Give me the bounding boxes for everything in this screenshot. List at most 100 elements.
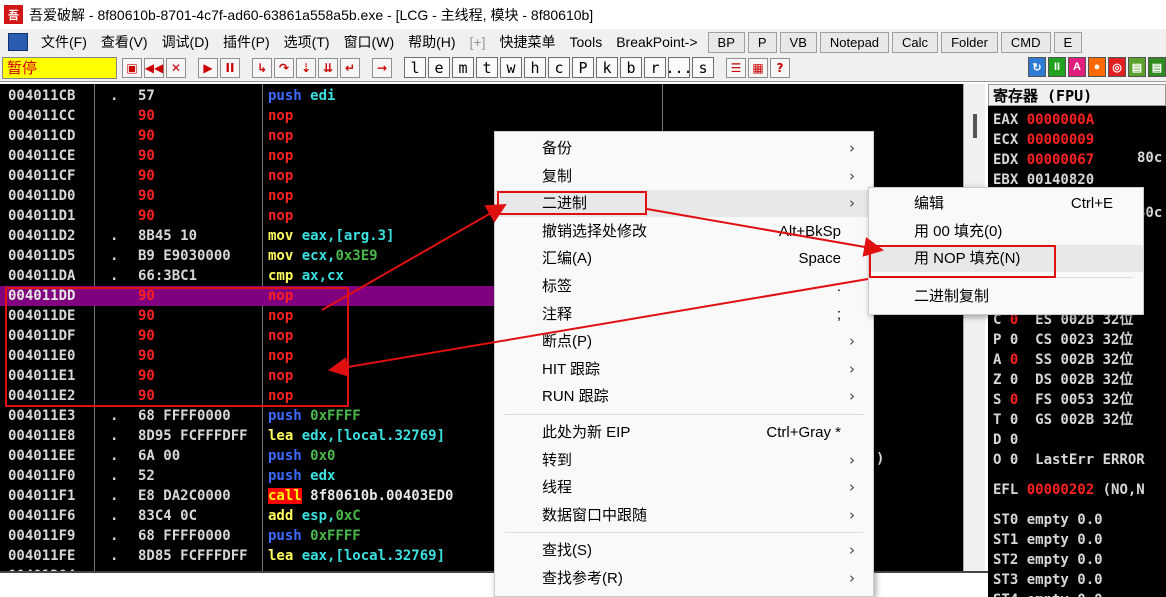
- window-button-s[interactable]: s: [692, 57, 714, 78]
- menu-item-HIT 跟踪[interactable]: HIT 跟踪 ›: [495, 356, 873, 383]
- menu-item-断点(P)[interactable]: 断点(P) ›: [495, 328, 873, 355]
- execute-till-return-icon[interactable]: ↵: [340, 57, 360, 78]
- menu-item-数据窗口中跟随[interactable]: 数据窗口中跟随 ›: [495, 502, 873, 529]
- window-button-l[interactable]: l: [404, 57, 426, 78]
- register-line[interactable]: EAX 0000000A: [993, 110, 1094, 130]
- menu-item-label: 查找(S): [542, 542, 592, 560]
- toolbar-button-p[interactable]: P: [747, 31, 777, 53]
- toolbar-button-folder[interactable]: Folder: [941, 31, 998, 53]
- menu-item-转到[interactable]: 转到 ›: [495, 447, 873, 474]
- hex-dump-cell: E8 DA2C0000: [138, 488, 231, 504]
- refresh-icon[interactable]: ↻: [1028, 57, 1046, 77]
- register-line[interactable]: Z 0 DS 002B 32位: [993, 370, 1133, 390]
- menu-item-二进制[interactable]: 二进制 ›: [495, 190, 873, 218]
- film-icon[interactable]: ▤: [1128, 57, 1146, 77]
- dot-icon[interactable]: ●: [1088, 57, 1106, 77]
- film2-icon[interactable]: ▤: [1148, 57, 1166, 77]
- target-icon[interactable]: ◎: [1108, 57, 1126, 77]
- window-button-b[interactable]: b: [620, 57, 642, 78]
- trace-into-icon[interactable]: ⇣: [296, 57, 316, 78]
- disassembly-row[interactable]: 004011CB. 57 push edi: [0, 86, 985, 106]
- a-icon[interactable]: A: [1068, 57, 1086, 77]
- toolbar-button-bp[interactable]: BP: [707, 31, 745, 53]
- submenu-item-编辑[interactable]: 编辑 Ctrl+E: [869, 190, 1143, 217]
- register-line[interactable]: ST0 empty 0.0: [993, 510, 1103, 530]
- register-line[interactable]: ST3 empty 0.0: [993, 570, 1103, 590]
- register-line[interactable]: D 0: [993, 430, 1018, 450]
- window-button-c[interactable]: c: [548, 57, 570, 78]
- window-button-w[interactable]: w: [500, 57, 522, 78]
- menu-快捷菜单[interactable]: 快捷菜单: [493, 32, 563, 52]
- register-line[interactable]: A 0 SS 002B 32位: [993, 350, 1133, 370]
- window-button-P[interactable]: P: [572, 57, 594, 78]
- menu-item-线程[interactable]: 线程 ›: [495, 474, 873, 501]
- menu-item-汇编(A)[interactable]: 汇编(A) Space: [495, 245, 873, 272]
- register-line[interactable]: S 0 FS 0053 32位: [993, 390, 1133, 410]
- submenu-item-用 NOP 填充(N)[interactable]: 用 NOP 填充(N): [869, 245, 1143, 272]
- pause-icon[interactable]: II: [220, 57, 240, 78]
- toolbar-button-calc[interactable]: Calc: [892, 31, 939, 53]
- toolbar-button-e[interactable]: E: [1053, 31, 1083, 53]
- trace-over-icon[interactable]: ⇊: [318, 57, 338, 78]
- register-line[interactable]: ECX 00000009: [993, 130, 1094, 150]
- context-menu: 备份 › 复制 › 二进制 › 撤销选择处修改 Alt+BkSp 汇编(A) Space 标签: 注释…: [494, 131, 874, 597]
- open-icon[interactable]: ▣: [122, 57, 142, 78]
- register-line[interactable]: T 0 GS 002B 32位: [993, 410, 1133, 430]
- register-line[interactable]: O 0 LastErr ERROR: [993, 450, 1145, 470]
- register-line[interactable]: ST4 empty 0.0: [993, 590, 1103, 597]
- menu-item-备份[interactable]: 备份 ›: [495, 135, 873, 162]
- window-button-e[interactable]: e: [428, 57, 450, 78]
- menu-调试(D)[interactable]: 调试(D): [155, 32, 216, 52]
- step-over-icon[interactable]: ↷: [274, 57, 294, 78]
- close-icon[interactable]: ✕: [166, 57, 186, 78]
- restart-icon[interactable]: ◀◀: [144, 57, 164, 78]
- menu-item-RUN 跟踪[interactable]: RUN 跟踪 ›: [495, 383, 873, 410]
- menu-选项(T)[interactable]: 选项(T): [277, 32, 337, 52]
- menu-item-撤销选择处修改[interactable]: 撤销选择处修改 Alt+BkSp: [495, 218, 873, 245]
- menu-breakpoint->[interactable]: BreakPoint->: [609, 34, 704, 50]
- app-menu-icon[interactable]: [8, 33, 28, 51]
- disassembly-row[interactable]: 004011CC 90 nop: [0, 106, 985, 126]
- menu-item-此处为新 EIP[interactable]: 此处为新 EIP Ctrl+Gray *: [495, 419, 873, 446]
- window-button-...[interactable]: ...: [665, 57, 693, 78]
- window-button-t[interactable]: t: [476, 57, 498, 78]
- register-line[interactable]: ST1 empty 0.0: [993, 530, 1103, 550]
- asm-token: push: [268, 528, 302, 544]
- menu-item-复制[interactable]: 复制 ›: [495, 163, 873, 190]
- menu-窗口(W)[interactable]: 窗口(W): [337, 32, 402, 52]
- menu-plus[interactable]: [+]: [463, 34, 493, 50]
- menu-item-label: 复制: [542, 167, 573, 185]
- step-into-icon[interactable]: ↳: [252, 57, 272, 78]
- toolbar-button-notepad[interactable]: Notepad: [819, 31, 890, 53]
- register-line[interactable]: EDX 00000067: [993, 150, 1094, 170]
- menu-文件(F)[interactable]: 文件(F): [34, 32, 94, 52]
- toolbar-button-cmd[interactable]: CMD: [1000, 31, 1051, 53]
- register-line[interactable]: EFL 00000202 (NO,N: [993, 480, 1145, 500]
- disassembly-scrollbar[interactable]: [963, 84, 985, 571]
- window-button-r[interactable]: r: [644, 57, 666, 78]
- menu-帮助(H)[interactable]: 帮助(H): [401, 32, 462, 52]
- menu-插件(P)[interactable]: 插件(P): [216, 32, 277, 52]
- run-icon[interactable]: ▶: [198, 57, 218, 78]
- window-button-k[interactable]: k: [596, 57, 618, 78]
- menu-item-注释[interactable]: 注释;: [495, 301, 873, 328]
- list-icon[interactable]: ☰: [726, 57, 746, 78]
- go-to-icon[interactable]: →: [372, 57, 392, 78]
- pause-green-icon[interactable]: II: [1048, 57, 1066, 77]
- register-line[interactable]: ST2 empty 0.0: [993, 550, 1103, 570]
- register-line[interactable]: P 0 CS 0023 32位: [993, 330, 1133, 350]
- scroll-thumb[interactable]: [973, 114, 977, 138]
- window-button-h[interactable]: h: [524, 57, 546, 78]
- menu-tools[interactable]: Tools: [563, 34, 610, 50]
- toolbar-button-vb[interactable]: VB: [779, 31, 817, 53]
- submenu-item-二进制复制[interactable]: 二进制复制: [869, 283, 1143, 310]
- menu-查看(V)[interactable]: 查看(V): [94, 32, 155, 52]
- menu-item-标签[interactable]: 标签:: [495, 273, 873, 300]
- title-bar: 吾 吾爱破解 - 8f80610b-8701-4c7f-ad60-63861a5…: [0, 0, 1166, 29]
- submenu-item-用 00 填充(0)[interactable]: 用 00 填充(0): [869, 218, 1143, 245]
- help-icon[interactable]: ?: [770, 57, 790, 78]
- grid-icon[interactable]: ▦: [748, 57, 768, 78]
- window-button-m[interactable]: m: [452, 57, 474, 78]
- menu-item-查找(S)[interactable]: 查找(S) ›: [495, 537, 873, 564]
- menu-item-查找参考(R)[interactable]: 查找参考(R) ›: [495, 565, 873, 592]
